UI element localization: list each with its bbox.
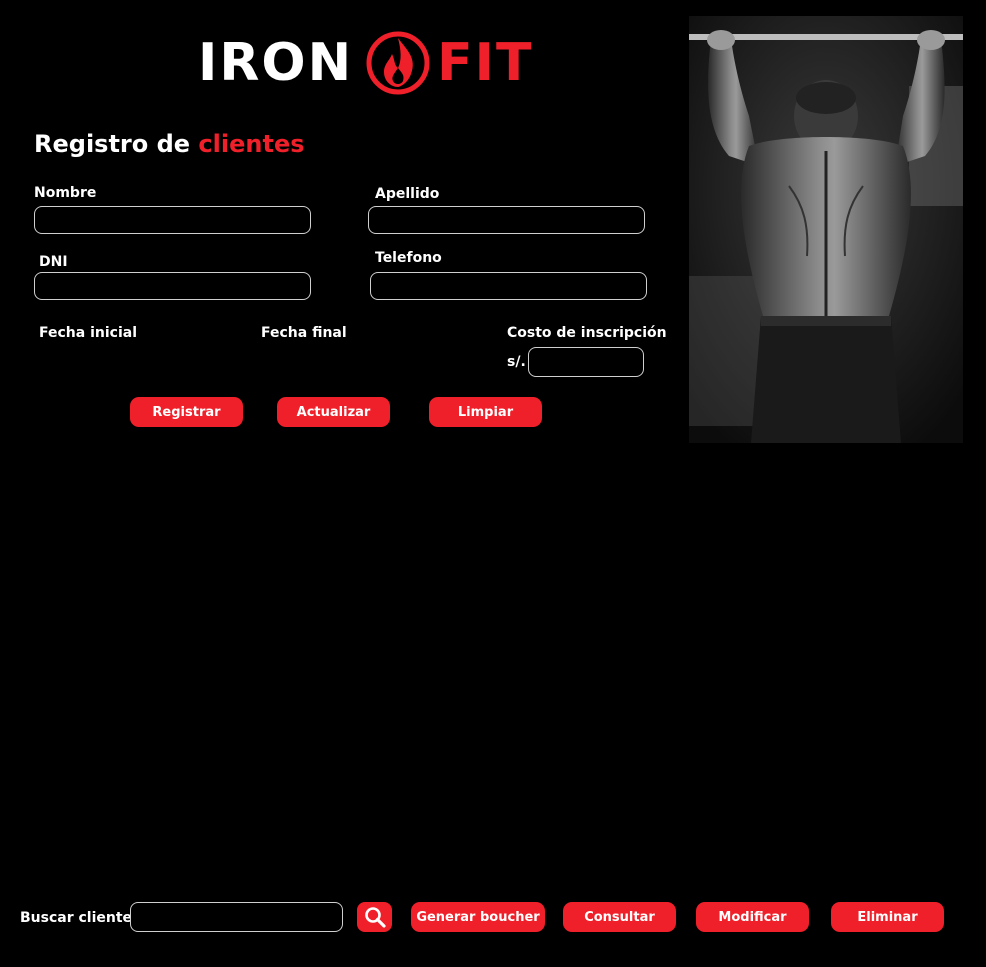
athlete-photo (689, 16, 963, 443)
actualizar-button[interactable]: Actualizar (277, 397, 390, 427)
buscar-cliente-label: Buscar cliente (20, 910, 133, 926)
fecha-inicial-label: Fecha inicial (39, 325, 137, 341)
dni-input[interactable] (34, 272, 311, 300)
generar-boucher-button[interactable]: Generar boucher (411, 902, 545, 932)
title-accent: clientes (198, 130, 305, 158)
brand-word-iron: IRON (198, 33, 354, 93)
search-button[interactable] (357, 902, 392, 932)
consultar-button[interactable]: Consultar (563, 902, 676, 932)
athlete-illustration (689, 16, 963, 443)
limpiar-button[interactable]: Limpiar (429, 397, 542, 427)
telefono-input[interactable] (370, 272, 647, 300)
costo-label: Costo de inscripción (507, 325, 667, 341)
nombre-label: Nombre (34, 185, 97, 201)
flame-icon (366, 31, 430, 95)
title-prefix: Registro de (34, 130, 191, 158)
dni-label: DNI (39, 254, 68, 270)
costo-input[interactable] (528, 347, 644, 377)
currency-label: s/. (507, 354, 526, 370)
apellido-input[interactable] (368, 206, 645, 234)
eliminar-button[interactable]: Eliminar (831, 902, 944, 932)
nombre-input[interactable] (34, 206, 311, 234)
search-icon (364, 907, 386, 928)
brand-word-fit: FIT (437, 33, 534, 93)
apellido-label: Apellido (375, 186, 440, 202)
modificar-button[interactable]: Modificar (696, 902, 809, 932)
brand-logo: IRON FIT (198, 28, 533, 98)
search-input[interactable] (130, 902, 343, 932)
registrar-button[interactable]: Registrar (130, 397, 243, 427)
fecha-final-label: Fecha final (261, 325, 347, 341)
page-title: Registro de clientes (34, 130, 305, 158)
telefono-label: Telefono (375, 250, 442, 266)
